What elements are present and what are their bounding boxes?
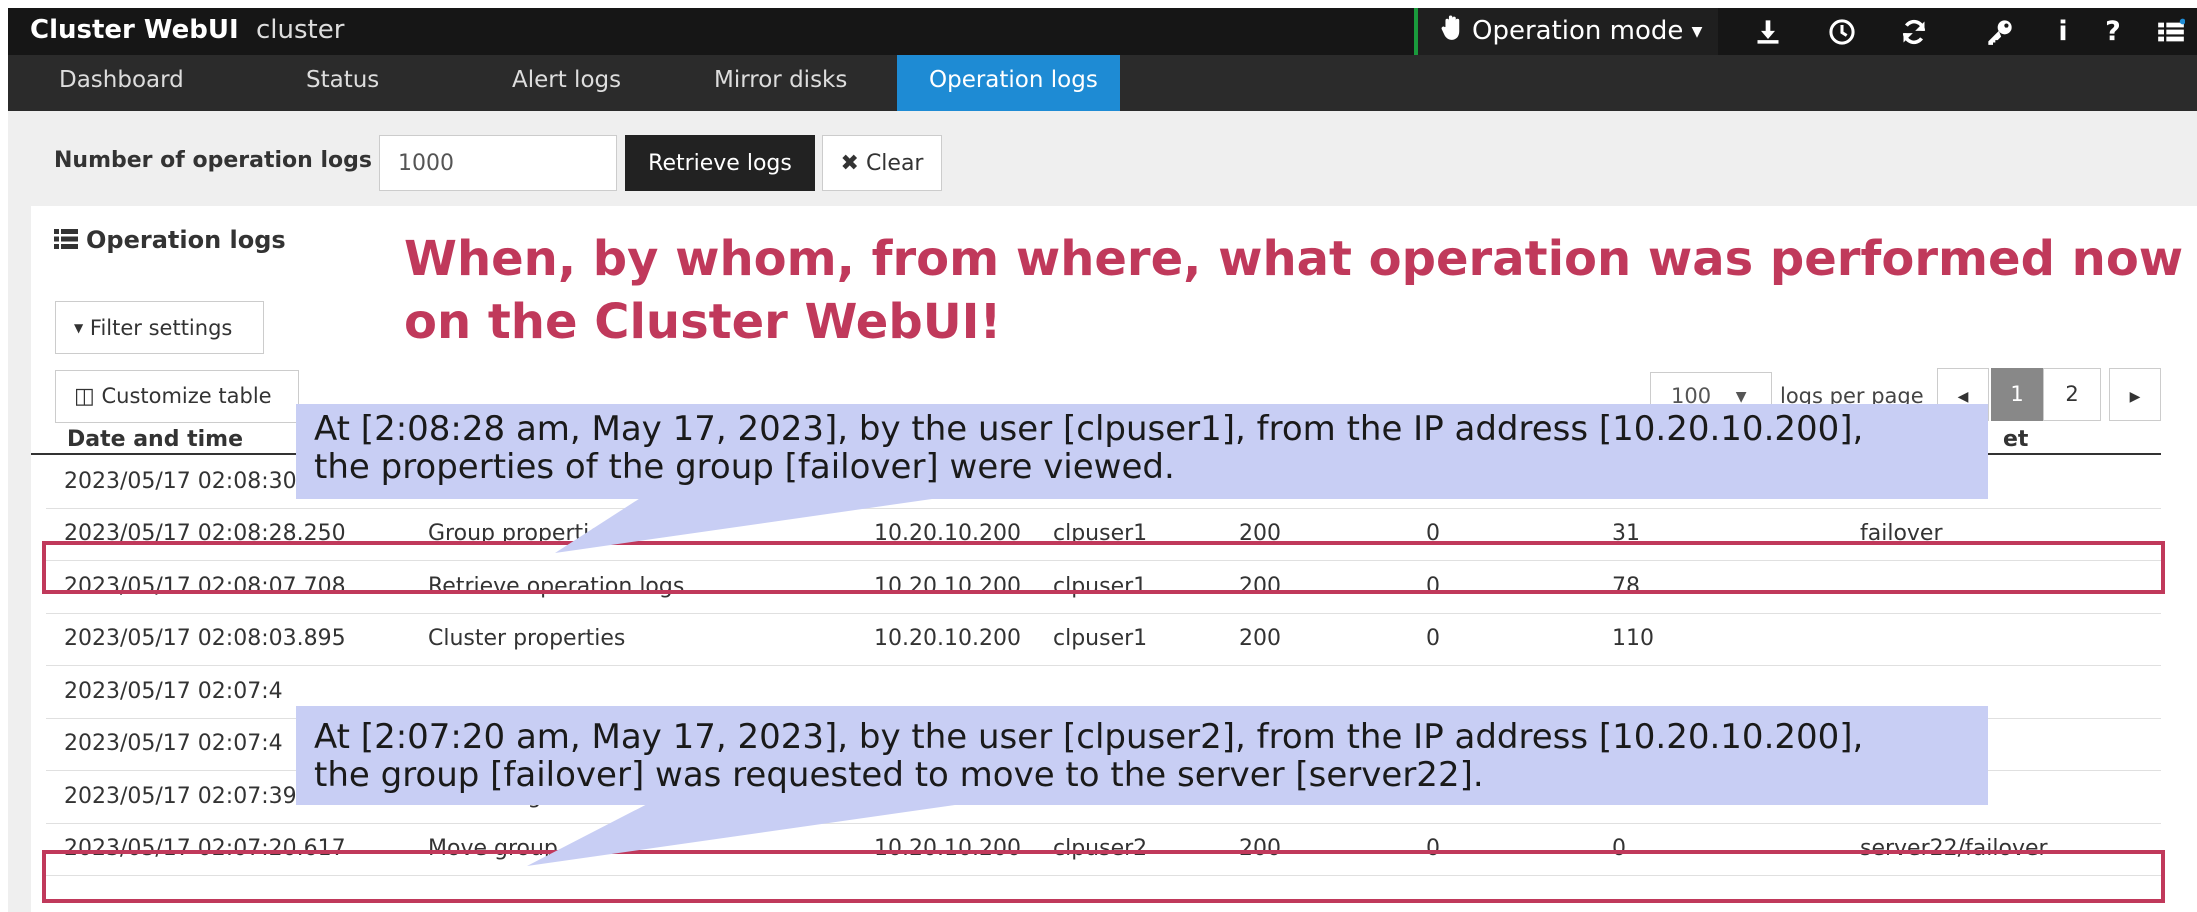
- caret-right-icon: ▶: [2129, 389, 2141, 405]
- cell-datetime: 2023/05/17 02:08:28.250: [64, 521, 346, 546]
- filter-settings-button[interactable]: ▼ Filter settings: [55, 301, 264, 354]
- cell-operation: Move group: [428, 836, 558, 861]
- info-icon[interactable]: i: [2048, 18, 2078, 46]
- cluster-name: cluster: [256, 15, 345, 45]
- headline-annotation: When, by whom, from where, what operatio…: [404, 228, 2197, 354]
- tab-operation-logs[interactable]: Operation logs: [897, 55, 1120, 111]
- columns-icon: ◫: [74, 384, 95, 409]
- customize-table-label: Customize table: [101, 384, 272, 408]
- caret-down-icon: ▼: [1691, 24, 1703, 40]
- chevron-down-icon: ▼: [1735, 389, 1747, 405]
- cell-status: 200: [1239, 836, 1281, 861]
- callout-1-line-1: At [2:08:28 am, May 17, 2023], by the us…: [314, 409, 1864, 449]
- key-icon[interactable]: [1985, 18, 2015, 46]
- cell-user: clpuser1: [1053, 574, 1148, 599]
- tab-alert-logs[interactable]: Alert logs: [436, 55, 651, 111]
- clear-button-label: Clear: [865, 150, 924, 176]
- cell-target: server22/failover: [1860, 836, 2048, 861]
- cell-user: clpuser1: [1053, 626, 1148, 651]
- callout-2-line-1: At [2:07:20 am, May 17, 2023], by the us…: [314, 717, 1864, 757]
- headline-line-1: When, by whom, from where, what operatio…: [404, 231, 2197, 287]
- top-bar: Cluster WebUI cluster Operation mode ▼ i…: [8, 8, 2197, 55]
- close-icon: ✖: [840, 150, 859, 176]
- cell-time: 110: [1612, 626, 1654, 651]
- cell-time: 31: [1612, 521, 1640, 546]
- main-nav: Dashboard Status Alert logs Mirror disks…: [8, 55, 2197, 111]
- cell-user: clpuser2: [1053, 836, 1148, 861]
- cell-time: 78: [1612, 574, 1640, 599]
- operation-mode-label: Operation mode: [1472, 16, 1684, 46]
- cell-ip: 10.20.10.200: [874, 521, 1021, 546]
- cell-datetime: 2023/05/17 02:08:03.895: [64, 626, 346, 651]
- list-icon: [54, 229, 78, 249]
- table-row[interactable]: 2023/05/17 02:08:28.250 Group properties 1…: [46, 508, 2161, 561]
- clock-icon[interactable]: [1827, 18, 1857, 46]
- cell-user: clpuser1: [1053, 521, 1148, 546]
- refresh-icon[interactable]: [1899, 18, 1929, 46]
- operation-mode-dropdown[interactable]: Operation mode ▼: [1418, 8, 1718, 55]
- clear-button[interactable]: ✖ Clear: [822, 135, 942, 191]
- cell-code: 0: [1426, 836, 1440, 861]
- caret-left-icon: ◀: [1957, 389, 1969, 405]
- callout-move-group: At [2:07:20 am, May 17, 2023], by the us…: [296, 706, 1988, 805]
- log-count-label: Number of operation logs: [54, 148, 372, 173]
- help-icon[interactable]: ?: [2098, 18, 2128, 46]
- cell-status: 200: [1239, 521, 1281, 546]
- table-row[interactable]: 2023/05/17 02:08:07.708 Retrieve operatio…: [46, 561, 2161, 614]
- tab-dashboard[interactable]: Dashboard: [8, 55, 226, 111]
- log-count-input[interactable]: [379, 135, 617, 191]
- caret-down-icon: ▼: [74, 320, 84, 335]
- col-header-target[interactable]: et: [2003, 427, 2028, 452]
- retrieve-logs-button[interactable]: Retrieve logs: [625, 135, 815, 191]
- download-icon[interactable]: [1753, 18, 1783, 46]
- panel-title-text: Operation logs: [86, 226, 286, 254]
- cell-datetime: 2023/05/17 02:07:4: [64, 679, 283, 704]
- cell-operation: Cluster properties: [428, 626, 626, 651]
- table-row[interactable]: 2023/05/17 02:08:03.895 Cluster propertie…: [46, 613, 2161, 666]
- callout-1-line-2: the properties of the group [failover] w…: [314, 447, 1175, 487]
- col-header-date[interactable]: Date and time: [67, 427, 243, 452]
- cell-code: 0: [1426, 574, 1440, 599]
- list-settings-icon[interactable]: [2156, 18, 2186, 46]
- headline-line-2: on the Cluster WebUI!: [404, 294, 1002, 350]
- table-row[interactable]: 2023/05/17 02:07:20.617 Move group 10.20.1…: [46, 823, 2161, 876]
- cell-datetime: 2023/05/17 02:08:07.708: [64, 574, 346, 599]
- cell-status: 200: [1239, 626, 1281, 651]
- cell-ip: 10.20.10.200: [874, 626, 1021, 651]
- cell-time: 0: [1612, 836, 1626, 861]
- cell-datetime: 2023/05/17 02:07:20.617: [64, 836, 346, 861]
- app-title: Cluster WebUI: [30, 15, 239, 45]
- callout-group-properties: At [2:08:28 am, May 17, 2023], by the us…: [296, 404, 1988, 499]
- cell-target: failover: [1860, 521, 1943, 546]
- cell-status: 200: [1239, 574, 1281, 599]
- tab-mirror-disks[interactable]: Mirror disks: [651, 55, 892, 111]
- callout-2-line-2: the group [failover] was requested to mo…: [314, 755, 1484, 795]
- cell-ip: 10.20.10.200: [874, 574, 1021, 599]
- hand-icon: [1441, 15, 1460, 40]
- cell-datetime: 2023/05/17 02:07:4: [64, 731, 283, 756]
- cell-ip: 10.20.10.200: [874, 836, 1021, 861]
- cell-operation: Retrieve operation logs: [428, 574, 685, 599]
- cluster-webui-page: Cluster WebUI cluster Operation mode ▼ i…: [0, 0, 2197, 912]
- tab-status[interactable]: Status: [226, 55, 436, 111]
- filter-settings-label: Filter settings: [89, 315, 233, 340]
- panel-title: Operation logs: [54, 226, 286, 254]
- cell-code: 0: [1426, 521, 1440, 546]
- cell-operation: Group properties: [428, 521, 615, 546]
- cell-code: 0: [1426, 626, 1440, 651]
